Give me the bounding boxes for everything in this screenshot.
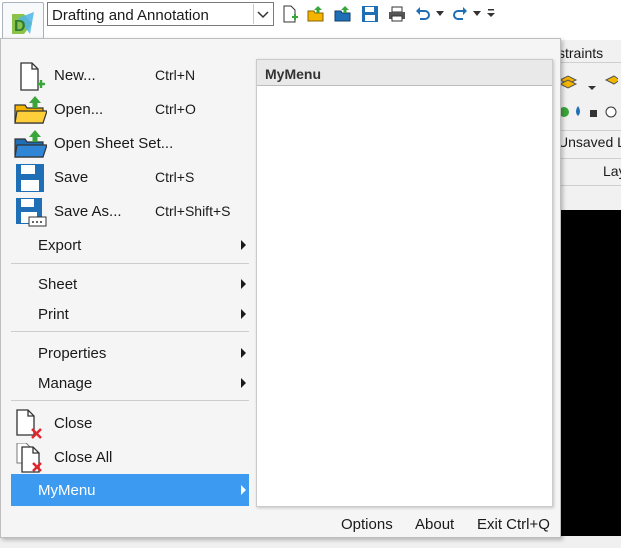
menu-item-save-as[interactable]: Save As... Ctrl+Shift+S	[11, 195, 249, 227]
close-document-icon	[16, 409, 42, 439]
quick-access-toolbar: D Drafting and Annotation	[0, 0, 621, 44]
menu-item-properties[interactable]: Properties	[11, 337, 249, 369]
exit-button[interactable]: Exit Ctrl+Q	[477, 516, 550, 533]
undo-dropdown-icon[interactable]	[435, 8, 445, 18]
shortcut-label: Ctrl+Shift+S	[155, 203, 231, 219]
save-disk-icon	[16, 164, 44, 192]
shortcut-label: Ctrl+O	[155, 101, 196, 117]
open-icon[interactable]	[307, 5, 325, 23]
submenu-arrow-icon	[241, 348, 246, 358]
svg-text:D: D	[14, 18, 26, 35]
menu-item-label: Save As...	[54, 203, 122, 220]
chevron-down-icon[interactable]	[253, 4, 272, 24]
submenu-arrow-icon	[241, 309, 246, 319]
new-icon[interactable]	[281, 5, 299, 23]
menu-item-label: Manage	[38, 375, 93, 392]
submenu-arrow-icon	[241, 378, 246, 388]
menu-item-label: Open...	[54, 101, 104, 118]
workspace-value: Drafting and Annotation	[52, 7, 209, 24]
print-icon[interactable]	[388, 5, 406, 23]
menu-item-label: New...	[54, 67, 96, 84]
undo-icon[interactable]	[414, 5, 432, 23]
customize-icon[interactable]	[486, 8, 496, 18]
menu-item-label: Save	[54, 169, 89, 186]
menu-item-mymenu[interactable]: MyMenu	[11, 474, 249, 506]
submenu-title: MyMenu	[265, 66, 321, 82]
redo-dropdown-icon[interactable]	[472, 8, 482, 18]
application-menu: New... Ctrl+N Open... Ctrl+O Open Sheet …	[0, 38, 561, 538]
menu-item-sheet[interactable]: Sheet	[11, 268, 249, 300]
options-button[interactable]: Options	[341, 516, 393, 533]
menu-item-label: Sheet	[38, 276, 78, 293]
menu-item-open[interactable]: Open... Ctrl+O	[11, 93, 249, 125]
open-sheet-set-icon[interactable]	[334, 5, 352, 23]
menu-separator	[11, 263, 249, 264]
about-button[interactable]: About	[415, 516, 454, 533]
open-sheet-set-folder-icon	[14, 130, 47, 158]
ribbon-tab-fragment[interactable]: straints	[558, 45, 603, 61]
menu-item-label: Close All	[54, 449, 113, 466]
menu-item-label: Open Sheet Set...	[54, 135, 174, 152]
submenu-arrow-icon	[241, 279, 246, 289]
redo-icon[interactable]	[451, 5, 469, 23]
shortcut-label: Ctrl+N	[155, 67, 196, 83]
shortcut-label: Ctrl+S	[155, 169, 195, 185]
workspace-select[interactable]: Drafting and Annotation	[47, 2, 274, 26]
save-icon[interactable]	[361, 5, 379, 23]
menu-item-label: MyMenu	[38, 482, 96, 499]
menu-item-export[interactable]: Export	[11, 229, 249, 261]
new-document-icon	[20, 62, 45, 91]
close-all-documents-icon	[16, 443, 42, 473]
menu-item-label: Print	[38, 306, 69, 323]
submenu-arrow-icon	[241, 485, 246, 495]
submenu-arrow-icon	[241, 240, 246, 250]
layer-state-icons	[559, 106, 617, 118]
menu-item-label: Properties	[38, 345, 107, 362]
menu-item-close-all[interactable]: Close All	[11, 441, 249, 473]
layers-panel-label: Lay	[603, 163, 621, 179]
menu-item-label: Close	[54, 415, 93, 432]
menu-item-new[interactable]: New... Ctrl+N	[11, 59, 249, 91]
layer-icon	[558, 75, 618, 90]
menu-item-open-sheet-set[interactable]: Open Sheet Set...	[11, 127, 249, 159]
menu-separator	[11, 400, 249, 401]
save-as-disk-icon	[16, 198, 47, 227]
menu-item-close[interactable]: Close	[11, 407, 249, 439]
menu-item-label: Export	[38, 237, 82, 254]
mymenu-submenu-panel: MyMenu	[256, 59, 553, 507]
app-logo-icon: D	[12, 12, 34, 35]
layer-state-text[interactable]: Unsaved L	[558, 134, 621, 150]
menu-item-print[interactable]: Print	[11, 298, 249, 330]
menu-item-save[interactable]: Save Ctrl+S	[11, 161, 249, 193]
menu-item-manage[interactable]: Manage	[11, 367, 249, 399]
submenu-header: MyMenu	[257, 60, 552, 86]
open-folder-icon	[14, 96, 47, 124]
menu-separator	[11, 331, 249, 332]
